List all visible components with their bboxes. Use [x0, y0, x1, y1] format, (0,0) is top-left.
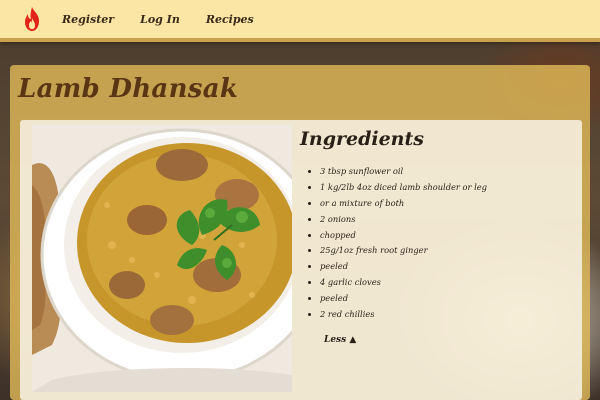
ingredients-heading: Ingredients [300, 128, 424, 150]
ingredient-item: 25g/1oz fresh root ginger [320, 243, 570, 259]
nav-register-link[interactable]: Register [62, 13, 114, 26]
ingredient-item: 1 kg/2lb 4oz diced lamb shoulder or leg [320, 180, 570, 196]
ingredient-item: 3 tbsp sunflower oil [320, 164, 570, 180]
recipe-photo [32, 125, 292, 392]
show-less-toggle[interactable]: Less ▲ [324, 335, 356, 345]
ingredient-item: peeled [320, 259, 570, 275]
ingredient-item: 2 red chillies [320, 307, 570, 323]
ingredients-section: Ingredients 3 tbsp sunflower oil 1 kg/2l… [300, 128, 570, 346]
ingredient-item: chopped [320, 228, 570, 244]
ingredient-item: or a mixture of both [320, 196, 570, 212]
nav-recipes-link[interactable]: Recipes [206, 13, 254, 26]
recipe-title: Lamb Dhansak [18, 74, 239, 104]
nav-login-link[interactable]: Log In [140, 13, 180, 26]
flame-icon[interactable] [20, 6, 44, 32]
ingredients-list: 3 tbsp sunflower oil 1 kg/2lb 4oz diced … [300, 164, 570, 323]
top-navbar: Register Log In Recipes [0, 0, 600, 42]
ingredient-item: 2 onions [320, 212, 570, 228]
ingredient-item: peeled [320, 291, 570, 307]
ingredient-item: 4 garlic cloves [320, 275, 570, 291]
